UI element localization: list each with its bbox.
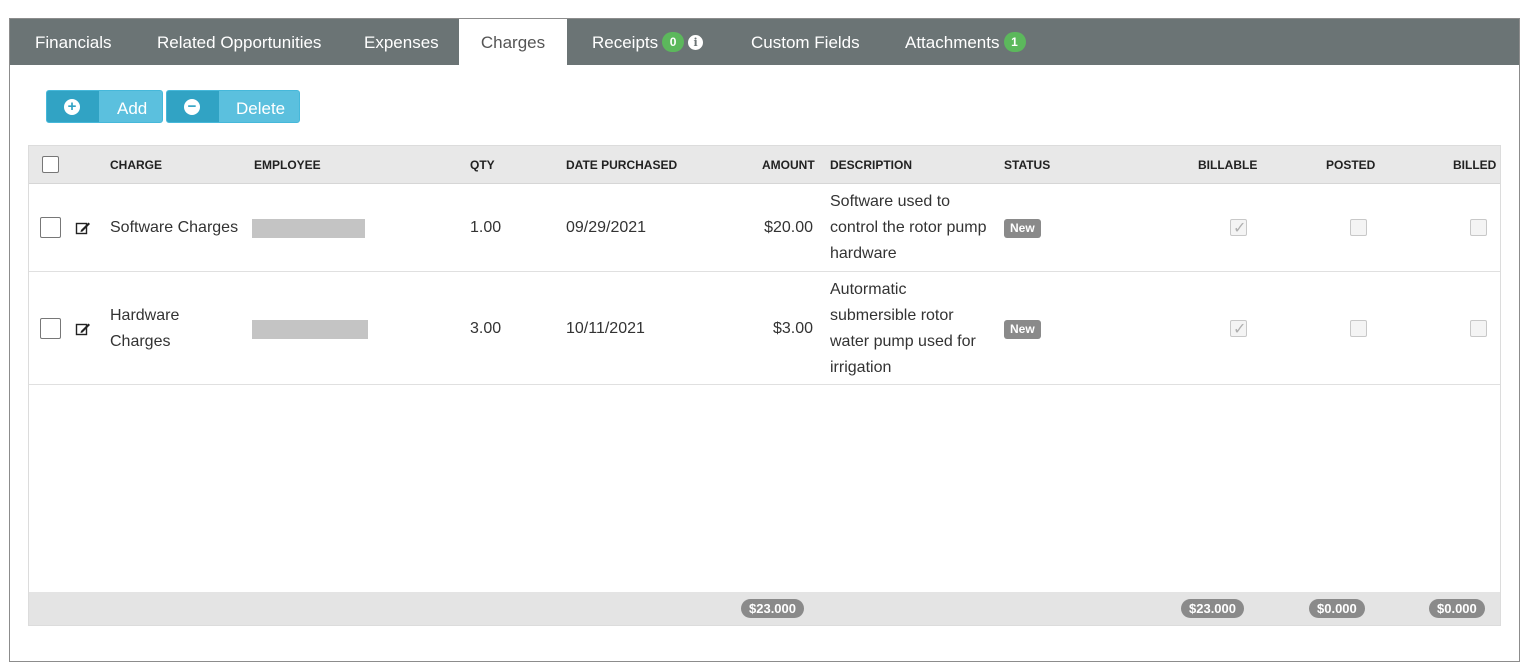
status-badge: New xyxy=(1004,320,1041,339)
column-header-description[interactable]: DESCRIPTION xyxy=(830,146,912,184)
table-footer-totals: $23.000 $23.000 $0.000 $0.000 xyxy=(29,592,1500,625)
tab-charges[interactable]: Charges xyxy=(459,19,567,66)
tab-label: Related Opportunities xyxy=(157,33,322,52)
charge-cell: Hardware Charges xyxy=(110,307,180,350)
column-header-posted[interactable]: POSTED xyxy=(1326,146,1375,184)
description-cell: Autormatic submersible rotor water pump … xyxy=(830,281,976,376)
billed-checkbox xyxy=(1470,219,1487,236)
billable-checkbox xyxy=(1230,319,1247,339)
employee-cell-redacted xyxy=(252,219,365,238)
plus-circle-icon: + xyxy=(64,99,80,115)
edit-icon[interactable] xyxy=(75,220,91,236)
attachments-count-badge: 1 xyxy=(1003,32,1026,52)
date-purchased-cell: 09/29/2021 xyxy=(566,219,647,236)
billed-checkbox xyxy=(1470,320,1487,337)
row-select-checkbox[interactable] xyxy=(40,217,61,238)
tab-bar: Financials Related Opportunities Expense… xyxy=(10,19,1519,66)
column-header-date-purchased[interactable]: DATE PURCHASED xyxy=(566,146,677,184)
tab-expenses[interactable]: Expenses xyxy=(364,19,439,65)
posted-checkbox xyxy=(1350,219,1367,236)
tab-label: Custom Fields xyxy=(751,33,860,52)
row-select-checkbox[interactable] xyxy=(40,318,61,339)
column-header-amount[interactable]: AMOUNT xyxy=(762,146,815,184)
tab-financials[interactable]: Financials xyxy=(35,19,112,65)
receipts-count-badge: 0 xyxy=(662,32,685,52)
column-header-qty[interactable]: QTY xyxy=(470,146,495,184)
table-row[interactable]: Software Charges 1.00 09/29/2021 $20.00 … xyxy=(29,184,1500,272)
tab-attachments[interactable]: Attachments 1 xyxy=(905,19,1026,65)
tab-label: Receipts xyxy=(592,33,659,52)
minus-circle-icon: − xyxy=(184,99,200,115)
charges-panel: Financials Related Opportunities Expense… xyxy=(9,18,1520,662)
column-header-billable[interactable]: BILLABLE xyxy=(1198,146,1257,184)
posted-total: $0.000 xyxy=(1309,599,1365,618)
billable-total: $23.000 xyxy=(1181,599,1244,618)
column-header-charge[interactable]: CHARGE xyxy=(110,146,162,184)
tab-related-opportunities[interactable]: Related Opportunities xyxy=(157,19,321,65)
column-header-employee[interactable]: EMPLOYEE xyxy=(254,146,321,184)
delete-icon-block: − xyxy=(167,91,219,122)
tab-label: Financials xyxy=(35,33,112,52)
table-row[interactable]: Hardware Charges 3.00 10/11/2021 $3.00 A… xyxy=(29,272,1500,385)
select-all-checkbox[interactable] xyxy=(42,156,59,173)
tab-custom-fields[interactable]: Custom Fields xyxy=(751,19,860,65)
amount-cell: $3.00 xyxy=(772,320,813,337)
charges-table: CHARGE EMPLOYEE QTY DATE PURCHASED AMOUN… xyxy=(28,145,1501,626)
edit-icon[interactable] xyxy=(75,321,91,337)
qty-cell: 1.00 xyxy=(470,219,502,236)
add-icon-block: + xyxy=(47,91,99,122)
tab-label: Attachments xyxy=(905,33,1000,52)
column-header-billed[interactable]: BILLED xyxy=(1453,146,1496,184)
add-button-label: Add xyxy=(117,99,148,118)
tab-label: Expenses xyxy=(364,33,439,52)
amount-total: $23.000 xyxy=(741,599,804,618)
delete-button-label: Delete xyxy=(236,99,286,118)
date-purchased-cell: 10/11/2021 xyxy=(566,320,645,337)
amount-cell: $20.00 xyxy=(764,219,813,236)
billable-checkbox xyxy=(1230,218,1247,238)
posted-checkbox xyxy=(1350,320,1367,337)
status-badge: New xyxy=(1004,219,1041,238)
tab-receipts[interactable]: Receipts 0 i xyxy=(592,19,704,65)
description-cell: Software used to control the rotor pump … xyxy=(830,193,987,262)
employee-cell-redacted xyxy=(252,320,368,339)
column-header-status[interactable]: STATUS xyxy=(1004,146,1050,184)
charge-cell: Software Charges xyxy=(110,219,239,236)
table-header: CHARGE EMPLOYEE QTY DATE PURCHASED AMOUN… xyxy=(29,146,1500,184)
qty-cell: 3.00 xyxy=(470,320,502,337)
delete-button[interactable]: − Delete xyxy=(166,90,300,123)
billed-total: $0.000 xyxy=(1429,599,1485,618)
info-icon[interactable]: i xyxy=(688,35,704,50)
tab-label: Charges xyxy=(480,33,546,52)
add-button[interactable]: + Add xyxy=(46,90,163,123)
